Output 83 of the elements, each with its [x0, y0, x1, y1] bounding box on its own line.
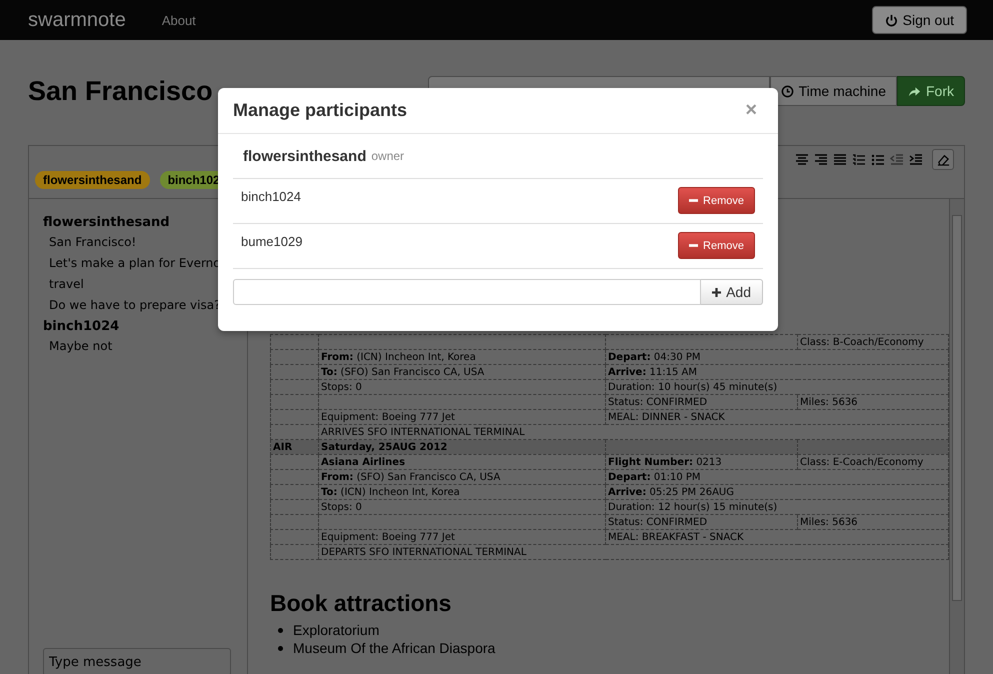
table-cell: Duration: 12 hour(s) 15 minute(s) — [606, 500, 948, 514]
message-input[interactable]: Type message — [43, 648, 231, 674]
list-item: Museum Of the African Diaspora — [293, 639, 496, 657]
table-cell: Equipment: Boeing 777 Jet — [318, 530, 606, 544]
table-cell: AIR — [270, 440, 318, 454]
outdent-icon[interactable] — [890, 154, 904, 166]
participant-tag: flowersinthesand — [35, 171, 150, 189]
table-cell: Miles: 5636 — [798, 514, 948, 530]
section-heading: Book attractions — [270, 590, 452, 617]
list-item: Exploratorium — [293, 621, 380, 639]
numbered-list-icon[interactable] — [852, 154, 866, 166]
bullet-icon — [278, 628, 283, 632]
minus-icon — [689, 196, 698, 205]
table-cell: Saturday, 25AUG 2012 — [318, 440, 606, 454]
scrollbar[interactable] — [949, 199, 964, 674]
owner-role: owner — [371, 149, 404, 163]
table-cell: Class: E-Coach/Economy — [798, 454, 948, 470]
chat-message: travel — [49, 277, 85, 291]
table-cell: To: (ICN) Incheon Int, Korea — [318, 484, 606, 500]
power-icon — [884, 14, 898, 26]
align-icon[interactable] — [833, 154, 847, 166]
eraser-button[interactable] — [932, 149, 954, 170]
eraser-icon — [936, 153, 950, 166]
table-cell: Flight Number: 0213 — [606, 454, 798, 470]
time-machine-button[interactable]: Time machine — [770, 76, 897, 106]
dialog-title: Manage participants — [233, 100, 408, 121]
share-arrow-icon — [908, 84, 921, 98]
table-cell — [270, 514, 318, 530]
chat-author: flowersinthesand — [43, 215, 171, 230]
align-icon[interactable] — [795, 154, 809, 166]
bullet-icon — [278, 646, 283, 650]
remove-button[interactable]: Remove — [678, 232, 755, 259]
table-cell: From: (ICN) Incheon Int, Korea — [318, 350, 606, 364]
sign-out-button[interactable]: Sign out — [872, 6, 967, 34]
add-button[interactable]: Add — [701, 279, 763, 305]
align-icon[interactable] — [814, 154, 828, 166]
table-cell: Miles: 5636 — [798, 394, 948, 410]
table-cell: Asiana Airlines — [318, 454, 606, 470]
table-cell: Duration: 10 hour(s) 45 minute(s) — [606, 380, 948, 394]
participant-name: binch1024 — [241, 189, 301, 204]
participant-name: bume1029 — [241, 234, 302, 249]
indent-icon[interactable] — [909, 154, 923, 166]
owner-name: flowersinthesand — [243, 148, 366, 164]
table-cell: Stops: 0 — [318, 380, 606, 394]
table-cell: MEAL: BREAKFAST - SNACK — [606, 530, 948, 544]
table-cell: Stops: 0 — [318, 500, 606, 514]
table-cell: Depart: 01:10 PM — [606, 470, 948, 484]
fork-button[interactable]: Fork — [897, 76, 965, 106]
table-cell: Depart: 04:30 PM — [606, 350, 948, 364]
table-cell — [270, 530, 318, 544]
table-cell — [270, 334, 318, 350]
table-cell — [270, 394, 318, 410]
close-button[interactable]: × — [739, 99, 763, 122]
table-cell — [270, 410, 318, 424]
participant-input[interactable] — [233, 279, 702, 305]
bullet-list-icon[interactable] — [871, 154, 885, 166]
table-cell: DEPARTS SFO INTERNATIONAL TERMINAL — [318, 544, 948, 560]
table-cell — [270, 470, 318, 484]
brand-logo[interactable]: swarmnote — [28, 8, 126, 32]
nav-link[interactable]: About — [162, 12, 196, 28]
minus-icon — [689, 241, 698, 250]
table-cell: MEAL: DINNER - SNACK — [606, 410, 948, 424]
chat-author: binch1024 — [43, 319, 120, 334]
table-cell: Arrive: 11:15 AM — [606, 364, 948, 380]
clock-icon — [780, 84, 794, 98]
remove-button[interactable]: Remove — [678, 187, 755, 214]
table-cell: To: (SFO) San Francisco CA, USA — [318, 364, 606, 380]
table-cell: Class: B-Coach/Economy — [798, 334, 948, 350]
table-cell — [270, 380, 318, 394]
table-cell — [270, 544, 318, 560]
table-cell — [270, 350, 318, 364]
table-cell — [270, 454, 318, 470]
table-cell: Arrive: 05:25 PM 26AUG — [606, 484, 948, 500]
table-cell: Status: CONFIRMED — [606, 514, 798, 530]
document-title: San Francisco — [28, 76, 213, 106]
table-cell — [270, 364, 318, 380]
table-cell: Equipment: Boeing 777 Jet — [318, 410, 606, 424]
plus-icon — [712, 288, 722, 296]
table-cell — [270, 500, 318, 514]
table-cell: Status: CONFIRMED — [606, 394, 798, 410]
chat-message: Maybe not — [49, 339, 114, 353]
table-cell — [270, 484, 318, 500]
table-cell: From: (SFO) San Francisco CA, USA — [318, 470, 606, 484]
